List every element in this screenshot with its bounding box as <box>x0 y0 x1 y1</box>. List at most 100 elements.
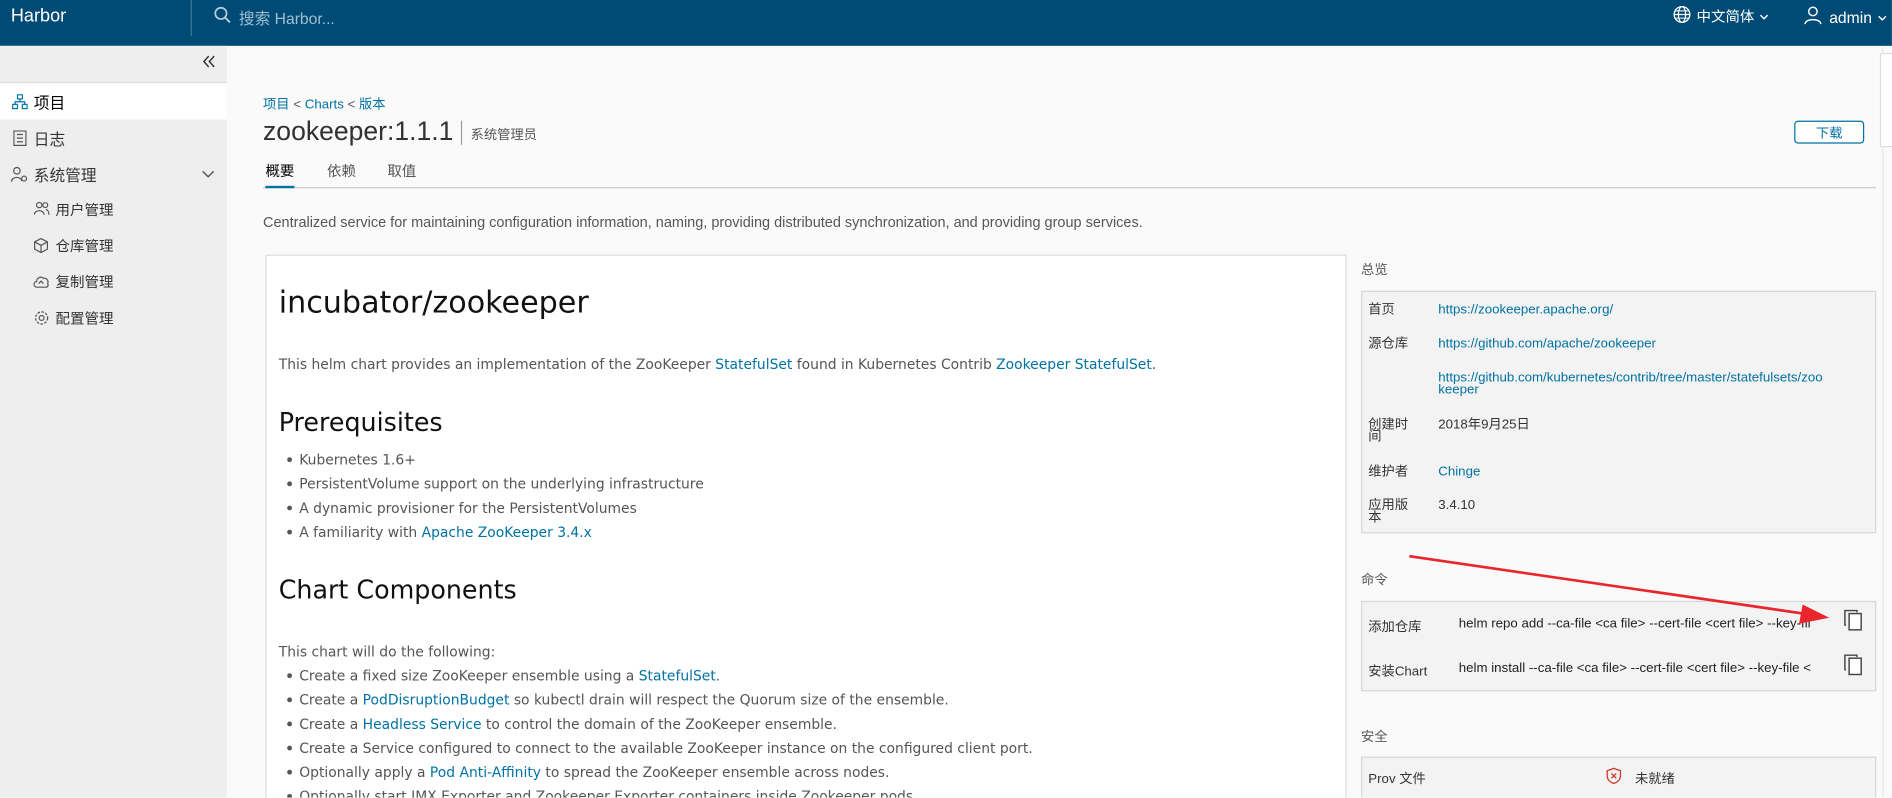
tab-summary[interactable]: 概要 <box>265 160 295 189</box>
intro-text: found in Kubernetes Contrib <box>792 355 997 373</box>
scroll-divider <box>1882 45 1884 798</box>
sidebar-item-user-management[interactable]: 用户管理 <box>0 191 227 227</box>
page-title: zookeeper:1.1.1 <box>263 115 454 146</box>
role-label: 系统管理员 <box>470 127 537 143</box>
list-item: Create a PodDisruptionBudget so kubectl … <box>279 688 1033 712</box>
sidebar: 项目 日志 系统管理 用户管理 仓库管理 复制管理 配置管理 <box>0 45 227 798</box>
chart-description: Centralized service for maintaining conf… <box>263 213 1143 231</box>
shield-x-icon <box>1606 767 1622 790</box>
sidebar-item-label: 项目 <box>33 93 66 112</box>
user-icon <box>1803 5 1824 29</box>
sidebar-item-logs[interactable]: 日志 <box>0 119 227 155</box>
chevron-down-icon <box>1759 8 1769 25</box>
prov-file-label: Prov 文件 <box>1368 772 1426 787</box>
top-header: Harbor 搜索 Harbor... 中文简体 admin <box>0 0 1892 46</box>
zookeeper-statefulset-link[interactable]: Zookeeper StatefulSet <box>996 356 1152 373</box>
users-icon <box>33 200 50 217</box>
list-item: Create a Headless Service to control the… <box>279 712 1033 736</box>
replication-icon <box>33 273 50 290</box>
source-label: 源仓库 <box>1368 336 1409 352</box>
headless-service-link[interactable]: Headless Service <box>363 716 482 733</box>
list-item: Optionally start JMX Exporter and Zookee… <box>279 784 1033 798</box>
command-row-install: 安装Chart helm install --ca-file <ca file>… <box>1362 647 1875 690</box>
language-switcher[interactable]: 中文简体 <box>1672 5 1769 28</box>
home-link[interactable]: https://zookeeper.apache.org/ <box>1438 303 1613 316</box>
components-intro: This chart will do the following: <box>278 643 496 661</box>
language-label: 中文简体 <box>1696 8 1755 26</box>
sidebar-subitem-label: 配置管理 <box>55 309 114 327</box>
breadcrumb-versions[interactable]: 版本 <box>359 98 386 112</box>
sidebar-item-projects[interactable]: 项目 <box>0 83 227 120</box>
sidebar-subitem-label: 复制管理 <box>55 273 114 291</box>
collapse-sidebar-button[interactable] <box>198 53 220 75</box>
tab-values[interactable]: 取值 <box>387 160 416 185</box>
download-button[interactable]: 下载 <box>1794 120 1865 144</box>
source-link-1[interactable]: https://github.com/apache/zookeeper <box>1438 337 1656 350</box>
install-chart-command[interactable]: helm install --ca-file <ca file> --cert-… <box>1459 661 1811 675</box>
search-placeholder[interactable]: 搜索 Harbor... <box>239 5 335 28</box>
sidebar-item-registry-management[interactable]: 仓库管理 <box>0 227 227 263</box>
commands-heading: 命令 <box>1361 573 1388 588</box>
list-item: Kubernetes 1.6+ <box>279 448 704 472</box>
statefulset-link[interactable]: StatefulSet <box>715 356 792 373</box>
double-chevron-left-icon <box>202 53 216 75</box>
copy-install-button[interactable] <box>1842 653 1864 681</box>
chart-components-heading: Chart Components <box>278 575 517 605</box>
breadcrumb-charts[interactable]: Charts <box>305 98 344 112</box>
chevron-down-icon <box>202 167 215 185</box>
source-link-line: keeper <box>1438 382 1479 397</box>
intro-text: This helm chart provides an implementati… <box>278 355 716 373</box>
chevron-down-icon <box>1878 8 1888 26</box>
projects-icon <box>11 93 28 110</box>
app-version-label: 应用版本 <box>1368 499 1408 524</box>
side-edge-tab[interactable] <box>1879 53 1892 148</box>
pod-disruption-budget-link[interactable]: PodDisruptionBudget <box>363 691 510 708</box>
sidebar-subitem-label: 用户管理 <box>55 200 114 218</box>
sidebar-item-admin[interactable]: 系统管理 <box>0 156 227 192</box>
overview-panel: 首页 https://zookeeper.apache.org/ 源仓库 htt… <box>1361 290 1877 534</box>
apache-zookeeper-link[interactable]: Apache ZooKeeper 3.4.x <box>422 524 592 541</box>
home-label: 首页 <box>1368 302 1395 318</box>
list-item-text: Create a <box>299 715 363 733</box>
admin-icon <box>10 165 28 182</box>
list-item-text: Create a fixed size ZooKeeper ensemble u… <box>299 667 639 685</box>
registry-icon <box>33 236 50 253</box>
detail-tabs: 概要 依赖 取值 <box>263 160 1877 189</box>
breadcrumb-separator: < <box>347 97 356 113</box>
readme-intro: This helm chart provides an implementati… <box>279 356 1156 373</box>
list-item-text: Optionally apply a <box>299 763 430 781</box>
search-icon <box>214 6 232 28</box>
prerequisites-list: Kubernetes 1.6+ PersistentVolume support… <box>279 448 704 545</box>
maintainer-link[interactable]: Chinge <box>1438 465 1480 478</box>
created-label: 创建时间 <box>1368 418 1408 445</box>
security-panel: Prov 文件 未就绪 <box>1361 756 1877 798</box>
overview-heading: 总览 <box>1361 263 1388 278</box>
username: admin <box>1829 7 1872 26</box>
global-search[interactable]: 搜索 Harbor... <box>214 5 335 29</box>
list-item-text: to control the domain of the ZooKeeper e… <box>481 715 837 733</box>
tab-dependencies[interactable]: 依赖 <box>327 160 356 185</box>
logs-icon <box>11 129 28 146</box>
created-label-line: 间 <box>1368 429 1382 445</box>
list-item: Optionally apply a Pod Anti-Affinity to … <box>279 760 1033 784</box>
maintainer-label: 维护者 <box>1368 464 1409 480</box>
annotation-arrow <box>1409 554 1830 624</box>
copy-icon <box>1844 653 1863 681</box>
install-chart-label: 安装Chart <box>1368 664 1428 680</box>
copy-icon <box>1844 609 1863 637</box>
user-menu[interactable]: admin <box>1803 5 1888 29</box>
brand-logo[interactable]: Harbor <box>11 6 66 27</box>
breadcrumb-separator: < <box>293 97 302 113</box>
list-item-text: so kubectl drain will respect the Quorum… <box>509 691 949 709</box>
prerequisites-heading: Prerequisites <box>278 407 443 437</box>
pod-anti-affinity-link[interactable]: Pod Anti-Affinity <box>430 764 541 781</box>
sidebar-item-configuration[interactable]: 配置管理 <box>0 299 227 335</box>
prov-file-status: 未就绪 <box>1634 772 1675 787</box>
source-link-2[interactable]: https://github.com/kubernetes/contrib/tr… <box>1438 371 1822 397</box>
sidebar-item-replication-management[interactable]: 复制管理 <box>0 263 227 299</box>
globe-icon <box>1672 5 1691 28</box>
readme-panel: incubator/zookeeper This helm chart prov… <box>265 254 1347 798</box>
breadcrumb-projects[interactable]: 项目 <box>263 98 290 112</box>
created-value: 2018年9月25日 <box>1438 417 1530 432</box>
statefulset-link[interactable]: StatefulSet <box>639 667 716 684</box>
